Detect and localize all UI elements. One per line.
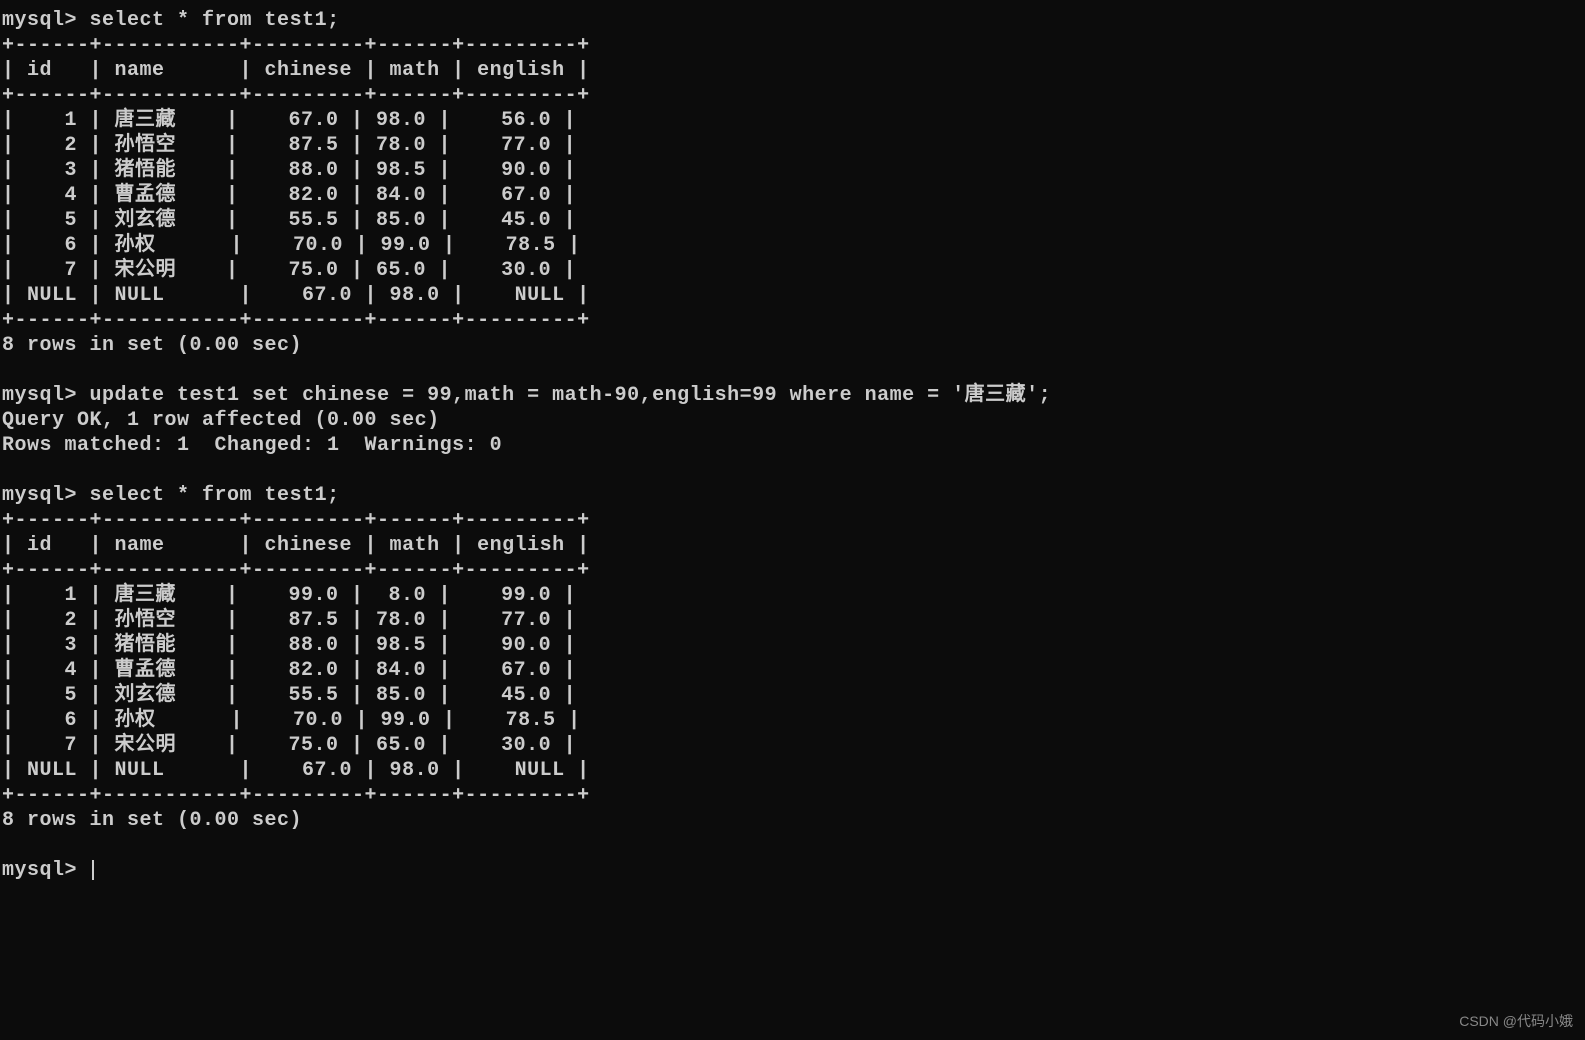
table-border: +------+-----------+---------+------+---… [2,784,590,807]
table-border: +------+-----------+---------+------+---… [2,559,590,582]
table-border: +------+-----------+---------+------+---… [2,34,590,57]
rows-status: 8 rows in set (0.00 sec) [2,809,302,832]
prompt: mysql> [2,384,77,407]
cursor [92,860,94,880]
table-border: +------+-----------+---------+------+---… [2,84,590,107]
watermark: CSDN @代码小娥 [1459,1013,1573,1031]
table-border: +------+-----------+---------+------+---… [2,309,590,332]
terminal-output[interactable]: mysql> select * from test1; +------+----… [2,8,1583,883]
query-update: update test1 set chinese = 99,math = mat… [90,384,1052,407]
update-result-line2: Rows matched: 1 Changed: 1 Warnings: 0 [2,434,502,457]
table-header: | id | name | chinese | math | english | [2,59,590,82]
query-select1: select * from test1; [90,9,340,32]
query-select2: select * from test1; [90,484,340,507]
prompt: mysql> [2,9,77,32]
prompt: mysql> [2,484,77,507]
update-result-line1: Query OK, 1 row affected (0.00 sec) [2,409,440,432]
rows-status: 8 rows in set (0.00 sec) [2,334,302,357]
table-header: | id | name | chinese | math | english | [2,534,590,557]
table2-rows: | 1 | 唐三藏 | 99.0 | 8.0 | 99.0 | | 2 | 孙悟… [2,584,590,782]
table1-rows: | 1 | 唐三藏 | 67.0 | 98.0 | 56.0 | | 2 | 孙… [2,109,590,307]
table-border: +------+-----------+---------+------+---… [2,509,590,532]
prompt: mysql> [2,859,77,882]
